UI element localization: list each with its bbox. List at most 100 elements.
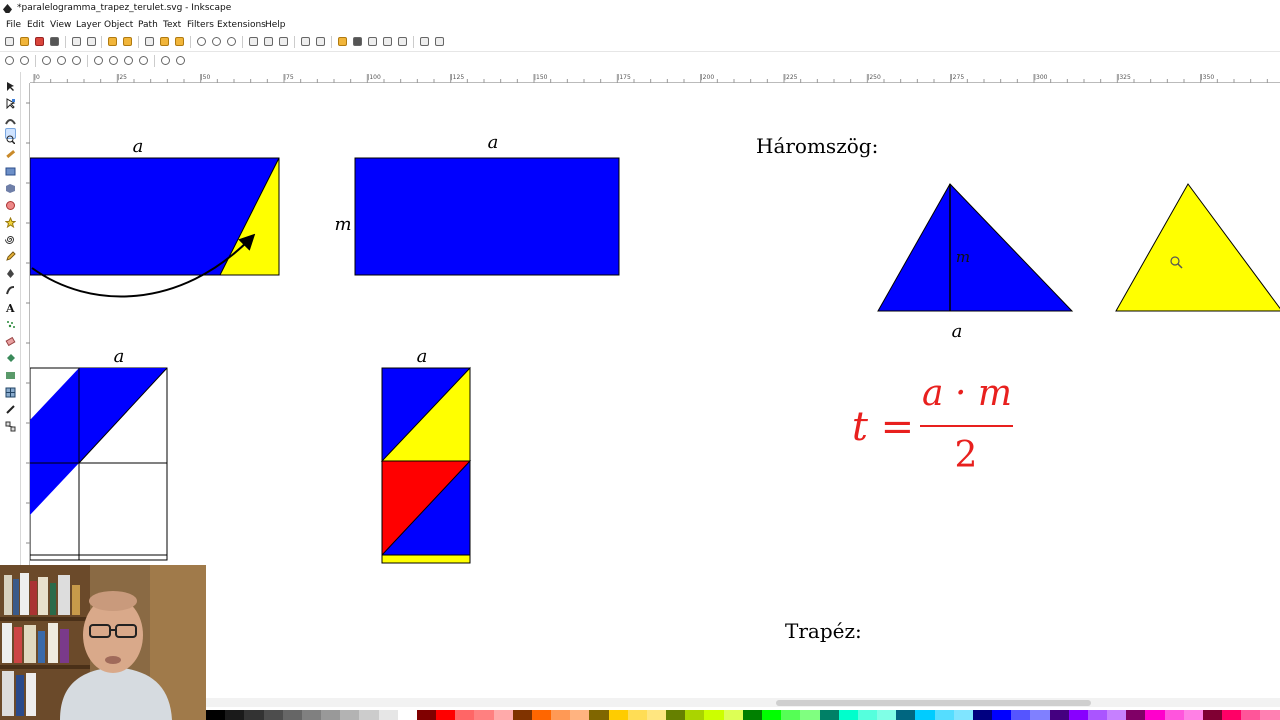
eraser-tool-icon[interactable]	[5, 332, 16, 347]
palette-swatch[interactable]	[800, 710, 820, 720]
connector-tool-icon[interactable]	[5, 417, 16, 432]
palette-swatch[interactable]	[761, 710, 782, 720]
zoom-drawing-icon[interactable]	[212, 37, 221, 46]
palette-swatch[interactable]	[646, 710, 667, 720]
palette-swatch[interactable]	[474, 710, 494, 720]
ungroup-button[interactable]	[316, 37, 325, 46]
open-button[interactable]	[20, 37, 29, 46]
palette-swatch[interactable]	[551, 710, 571, 720]
palette-swatch[interactable]	[1260, 710, 1280, 720]
spiral-tool-icon[interactable]	[5, 230, 16, 244]
menu-extensions[interactable]: Extensions	[217, 17, 266, 33]
menu-edit[interactable]: Edit	[27, 17, 44, 33]
scrollbar-thumb[interactable]	[776, 700, 1091, 706]
node-tool-icon[interactable]	[5, 94, 16, 110]
menu-help[interactable]: Help	[265, 17, 286, 33]
palette-swatch[interactable]	[589, 710, 609, 720]
menu-file[interactable]: File	[6, 17, 21, 33]
palette-swatch[interactable]	[953, 710, 973, 720]
rectangle-tool-icon[interactable]	[5, 162, 16, 176]
zoom-1-2-icon[interactable]	[57, 56, 66, 65]
menu-path[interactable]: Path	[138, 17, 158, 33]
spray-tool-icon[interactable]	[5, 315, 16, 328]
palette-swatch[interactable]	[915, 710, 935, 720]
palette-swatch[interactable]	[1107, 710, 1127, 720]
zoom-previous-icon[interactable]	[161, 56, 170, 65]
blue-triangle[interactable]	[877, 183, 1074, 312]
zoom-page-icon[interactable]	[124, 56, 133, 65]
palette-swatch[interactable]	[570, 710, 590, 720]
palette-swatch[interactable]	[340, 710, 360, 720]
palette-swatch[interactable]	[1183, 710, 1203, 720]
align-button[interactable]	[398, 37, 407, 46]
palette-swatch[interactable]	[1164, 710, 1184, 720]
measure-tool-icon[interactable]	[5, 145, 16, 159]
fill-stroke-button[interactable]	[338, 37, 347, 46]
duplicate-button[interactable]	[249, 37, 258, 46]
palette-swatch[interactable]	[436, 710, 456, 720]
palette-swatch[interactable]	[1145, 710, 1165, 720]
menu-layer[interactable]: Layer	[76, 17, 101, 33]
zoom-out-icon[interactable]	[20, 56, 29, 65]
palette-swatch[interactable]	[512, 710, 532, 720]
palette-swatch[interactable]	[857, 710, 878, 720]
clone-button[interactable]	[264, 37, 273, 46]
palette-swatch[interactable]	[282, 710, 302, 720]
menu-text[interactable]: Text	[163, 17, 181, 33]
horizontal-scrollbar[interactable]	[206, 698, 1280, 707]
palette-swatch[interactable]	[1126, 710, 1146, 720]
palette-swatch[interactable]	[1222, 710, 1242, 720]
palette-swatch[interactable]	[972, 710, 993, 720]
palette-swatch[interactable]	[1049, 710, 1069, 720]
undo-button[interactable]	[108, 37, 117, 46]
palette-swatch[interactable]	[896, 710, 916, 720]
blue-rectangle[interactable]	[354, 157, 620, 276]
palette-swatch[interactable]	[838, 710, 858, 720]
palette-swatch[interactable]	[301, 710, 322, 720]
zoom-1-1-icon[interactable]	[42, 56, 51, 65]
copy-button[interactable]	[145, 37, 154, 46]
layers-button[interactable]	[383, 37, 392, 46]
3d-box-tool-icon[interactable]	[5, 179, 16, 193]
pencil-tool-icon[interactable]	[5, 247, 16, 261]
palette-swatch[interactable]	[1087, 710, 1108, 720]
zoom-selection-icon[interactable]	[94, 56, 103, 65]
palette-swatch[interactable]	[934, 710, 954, 720]
palette-swatch[interactable]	[992, 710, 1012, 720]
tweak-tool-icon[interactable]	[5, 111, 16, 125]
palette-swatch[interactable]	[455, 710, 475, 720]
palette-swatch[interactable]	[225, 710, 245, 720]
text-tool-icon[interactable]: A	[5, 298, 16, 315]
palette-swatch[interactable]	[263, 710, 283, 720]
palette-swatch[interactable]	[359, 710, 379, 720]
palette-swatch[interactable]	[608, 710, 628, 720]
yellow-strip[interactable]	[381, 554, 471, 564]
yellow-triangle[interactable]	[1115, 183, 1280, 312]
xml-editor-button[interactable]	[368, 37, 377, 46]
gradient-tool-icon[interactable]	[5, 366, 16, 379]
menu-object[interactable]: Object	[104, 17, 133, 33]
palette-swatch[interactable]	[704, 710, 724, 720]
palette-swatch[interactable]	[627, 710, 647, 720]
color-palette[interactable]	[206, 710, 1280, 720]
palette-swatch[interactable]	[1241, 710, 1261, 720]
palette-swatch[interactable]	[742, 710, 762, 720]
palette-swatch[interactable]	[244, 710, 264, 720]
zoom-tool-icon[interactable]	[5, 128, 16, 145]
menu-view[interactable]: View	[50, 17, 71, 33]
calligraphy-tool-icon[interactable]	[5, 281, 16, 295]
preferences-button[interactable]	[420, 37, 429, 46]
unlink-clone-button[interactable]	[279, 37, 288, 46]
zoom-page-width-icon[interactable]	[139, 56, 148, 65]
group-button[interactable]	[301, 37, 310, 46]
zoom-in-icon[interactable]	[5, 56, 14, 65]
text-font-button[interactable]	[353, 37, 362, 46]
selector-tool-icon[interactable]	[5, 77, 16, 91]
zoom-next-icon[interactable]	[176, 56, 185, 65]
print-button[interactable]	[50, 37, 59, 46]
new-document-button[interactable]	[5, 37, 14, 46]
zoom-drawing-icon[interactable]	[109, 56, 118, 65]
drawing-canvas[interactable]: a a m a a Háromszög: m a t = a · m 2 Tra…	[30, 83, 1280, 698]
paste-button[interactable]	[175, 37, 184, 46]
star-tool-icon[interactable]	[4, 213, 17, 229]
